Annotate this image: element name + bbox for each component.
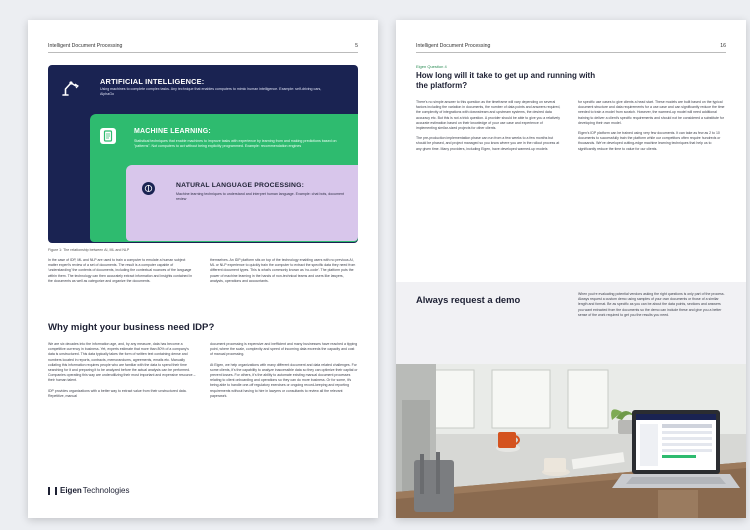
right-page-number: 16 [720,43,726,49]
brain-icon [142,182,155,195]
intro-column-2: themselves. An IDP platform sits on top … [210,258,356,283]
left-page: Intelligent Document Processing 5 ARTIFI… [28,20,378,518]
ai-title: ARTIFICIAL INTELLIGENCE: [100,77,205,86]
body-column-2: document processing is expensive and ine… [210,342,358,399]
section-heading: Why might your business need IDP? [48,322,215,333]
ml-title: MACHINE LEARNING: [134,128,211,135]
answer-column-1-para-2: The pre-production implementation phase … [416,136,560,151]
demo-heading: Always request a demo [416,294,521,305]
logo-mark-icon [48,486,57,495]
nlp-title: NATURAL LANGUAGE PROCESSING: [176,182,305,189]
robot-arm-icon [62,81,79,96]
right-page-header: Intelligent Document Processing 16 [416,43,726,53]
answer-column-2-para-2: Eigen's IDP platform can be trained usin… [578,131,721,151]
body-column-1-para-2: IDP provides organizations with a better… [48,388,187,398]
body-column-1: We are six decades into the information … [48,342,196,399]
demo-text: When you're evaluating potential vendors… [578,292,725,317]
ml-description: Statistical techniques that enable machi… [134,139,337,149]
answer-column-1: There's no simple answer to this questio… [416,100,564,152]
answer-column-2-para-1: for specific use cases to give clients a… [578,100,725,125]
right-header-title: Intelligent Document Processing [416,43,491,49]
nlp-diagram-box: NATURAL LANGUAGE PROCESSING: Machine lea… [126,165,358,241]
left-page-header: Intelligent Document Processing 5 [48,43,358,53]
office-laptop-photo [396,364,746,518]
nlp-description: Machine learning techniques to understan… [176,192,345,202]
question-kicker: Eigen Question 4 [416,64,447,69]
body-column-1-para-1: We are six decades into the information … [48,342,196,383]
eigen-logo: Eigen Technologies [48,486,129,495]
question-heading: How long will it take to get up and runn… [416,71,596,90]
figure-caption: Figure 1: The relationship between AI, M… [48,248,130,252]
logo-brand: Eigen [60,486,82,495]
ai-description: Using machines to complete complex tasks… [100,87,322,97]
intro-column-1: In the case of IDP, ML and NLP are used … [48,258,193,283]
right-page: Intelligent Document Processing 16 Eigen… [396,20,746,518]
body-column-2-para-1: document processing is expensive and ine… [210,342,358,357]
body-column-2-para-2: At Eigen, we help organizations with man… [210,362,358,398]
left-page-number: 5 [355,43,358,49]
left-header-title: Intelligent Document Processing [48,43,123,49]
answer-column-1-para-1: There's no simple answer to this questio… [416,100,561,131]
document-icon [100,128,116,144]
logo-suffix: Technologies [82,486,130,495]
answer-column-2: for specific use cases to give clients a… [578,100,726,152]
